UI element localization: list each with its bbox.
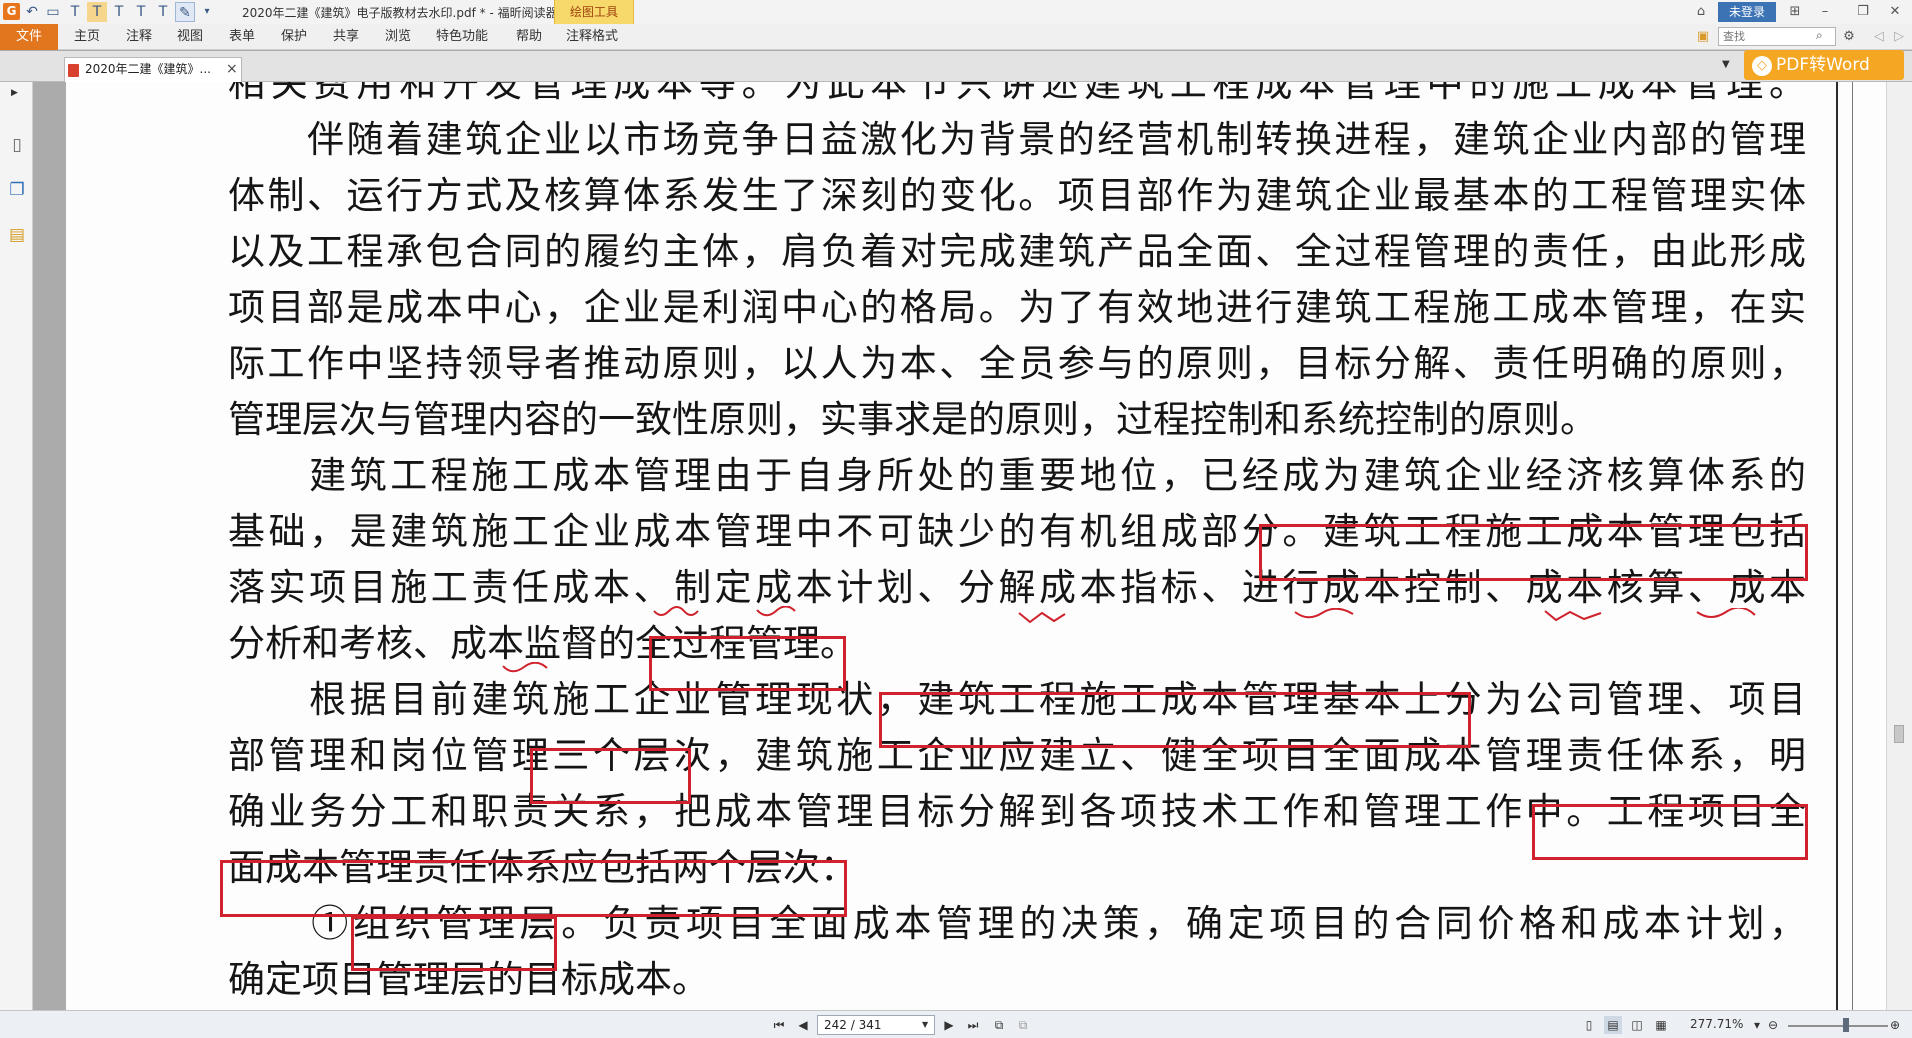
pdf-file-icon <box>68 64 79 77</box>
facing-view-icon[interactable]: ◫ <box>1628 1016 1646 1034</box>
zoom-slider-track[interactable] <box>1788 1025 1888 1027</box>
expand-panel-icon[interactable]: ▶ <box>11 88 18 98</box>
highlight-box-annotation[interactable] <box>1532 804 1808 860</box>
next-view-icon[interactable]: ⧉ <box>1014 1016 1032 1034</box>
highlight-box-annotation[interactable] <box>351 916 557 971</box>
pencil-squiggle-annotation[interactable] <box>502 662 548 676</box>
pencil-squiggle-annotation[interactable] <box>1696 608 1756 622</box>
zoom-out-icon[interactable]: ⊖ <box>1764 1016 1782 1034</box>
quick-access-dropdown-icon[interactable]: ▾ <box>197 2 217 22</box>
tab-browse[interactable]: 浏览 <box>385 24 411 50</box>
page-dropdown-icon[interactable]: ▼ <box>922 1020 928 1029</box>
zoom-level[interactable]: 277.71% <box>1690 1017 1743 1031</box>
textbox-icon[interactable]: T <box>109 2 129 22</box>
login-button[interactable]: 未登录 <box>1718 2 1776 22</box>
pencil-squiggle-annotation[interactable] <box>653 606 699 620</box>
pdf-page: 相关费用和开发管理成本等。为此本节只讲述建筑工程成本管理中的施工成本管理。 伴随… <box>66 82 1886 1010</box>
page-border-line <box>1836 82 1838 1010</box>
window-title: 2020年二建《建筑》电子版教材去水印.pdf * - 福昕阅读器 <box>242 6 558 20</box>
text-line: 伴随着建筑企业以市场竞争日益激化为背景的经营机制转换进程，建筑企业内部的管理 <box>228 118 1806 161</box>
gear-icon[interactable]: ⚙ <box>1838 27 1860 47</box>
search-icon[interactable]: ⌕ <box>1816 28 1823 43</box>
scrollbar-thumb[interactable] <box>1894 725 1904 743</box>
last-page-icon[interactable]: ⏭ <box>964 1016 982 1034</box>
text-format-icon[interactable]: T <box>153 2 173 22</box>
title-bar: G ↶ ▭ T T T T T ✎ ▾ 2020年二建《建筑》电子版教材去水印.… <box>0 0 1912 24</box>
close-tab-icon[interactable]: × <box>226 61 238 77</box>
bookmark-icon[interactable]: ▯ <box>6 134 28 156</box>
tab-view[interactable]: 视图 <box>177 24 203 50</box>
layout-icon[interactable]: ⊞ <box>1784 2 1806 22</box>
document-tab[interactable]: 2020年二建《建筑》... <box>64 57 242 82</box>
status-bar: ⏮ ◀ 242 / 341 ▼ ▶ ⏭ ⧉ ⧉ ▯ ▤ ◫ ▦ 277.71% … <box>0 1010 1912 1038</box>
undo-icon[interactable]: ↶ <box>22 2 42 22</box>
text-line: 相关费用和开发管理成本等。为此本节只讲述建筑工程成本管理中的施工成本管理。 <box>228 82 1806 105</box>
tab-help[interactable]: 帮助 <box>516 24 542 50</box>
text-line: 管理层次与管理内容的一致性原则，实事求是的原则，过程控制和系统控制的原则。 <box>228 398 1597 441</box>
zoom-slider-handle[interactable] <box>1843 1018 1849 1032</box>
minimize-icon[interactable]: – <box>1814 2 1836 22</box>
tab-features[interactable]: 特色功能 <box>436 24 488 50</box>
highlight-box-annotation[interactable] <box>879 692 1471 748</box>
page-number-input[interactable]: 242 / 341 <box>817 1015 935 1035</box>
close-window-icon[interactable]: ✕ <box>1884 2 1906 22</box>
tab-comment[interactable]: 注释 <box>126 24 152 50</box>
single-page-view-icon[interactable]: ▯ <box>1580 1016 1598 1034</box>
page-border-line <box>1852 82 1853 1010</box>
pencil-squiggle-annotation[interactable] <box>1544 608 1602 622</box>
highlight-box-annotation[interactable] <box>1259 524 1808 581</box>
skin-icon[interactable]: ⌂ <box>1690 2 1712 22</box>
text-line: 际工作中坚持领导者推动原则，以人为本、全员参与的原则，目标分解、责任明确的原则， <box>228 342 1806 385</box>
typewriter-icon[interactable]: T <box>87 2 107 22</box>
tabs-dropdown-icon[interactable]: ▼ <box>1722 59 1730 70</box>
nav-back-icon[interactable]: ◁ <box>1868 27 1890 47</box>
pencil-squiggle-annotation[interactable] <box>1018 610 1066 624</box>
highlight-box-annotation[interactable] <box>530 748 691 804</box>
document-tab-strip: 2020年二建《建筑》... × ▼ <box>0 51 1912 82</box>
callout-icon[interactable]: T <box>131 2 151 22</box>
text-line: 以及工程承包合同的履约主体，肩负着对完成建筑产品全面、全过程管理的责任，由此形成 <box>228 230 1806 273</box>
rectangle-tool-icon[interactable]: ▭ <box>43 2 63 22</box>
ribbon-tabs: 文件 主页 注释 视图 表单 保护 共享 浏览 特色功能 帮助 注释格式 ▣ ⌕… <box>0 24 1912 50</box>
drawing-tools-context-tab[interactable]: 绘图工具 <box>554 0 634 24</box>
zoom-in-icon[interactable]: ⊕ <box>1886 1016 1904 1034</box>
comments-icon[interactable]: ▤ <box>6 224 28 246</box>
find-folder-icon[interactable]: ▣ <box>1692 27 1714 47</box>
previous-view-icon[interactable]: ⧉ <box>990 1016 1008 1034</box>
app-logo-icon: G <box>3 3 20 20</box>
first-page-icon[interactable]: ⏮ <box>770 1016 788 1034</box>
tab-protect[interactable]: 保护 <box>281 24 307 50</box>
highlight-box-annotation[interactable] <box>649 636 846 691</box>
pencil-squiggle-annotation[interactable] <box>1294 608 1354 622</box>
text-line: 建筑工程施工成本管理由于自身所处的重要地位，已经成为建筑企业经济核算体系的 <box>228 454 1806 497</box>
restore-icon[interactable]: ❐ <box>1852 2 1874 22</box>
previous-page-icon[interactable]: ◀ <box>794 1016 812 1034</box>
pages-icon[interactable]: ❐ <box>6 179 28 201</box>
highlight-box-annotation[interactable] <box>220 860 847 917</box>
pencil-squiggle-annotation[interactable] <box>756 606 796 620</box>
text-line: 分析和考核、成本监督的全过程管理。 <box>228 622 857 665</box>
continuous-view-icon[interactable]: ▤ <box>1604 1016 1622 1034</box>
continuous-facing-view-icon[interactable]: ▦ <box>1652 1016 1670 1034</box>
left-navigation-panel: ▶ ▯ ❐ ▤ <box>0 82 33 1010</box>
vertical-scrollbar[interactable] <box>1886 82 1912 1010</box>
tab-share[interactable]: 共享 <box>333 24 359 50</box>
tab-comment-format[interactable]: 注释格式 <box>566 24 618 50</box>
text-tool-icon[interactable]: T <box>65 2 85 22</box>
pencil-icon[interactable]: ✎ <box>175 2 195 22</box>
text-line: 项目部是成本中心，企业是利润中心的格局。为了有效地进行建筑工程施工成本管理，在实 <box>228 286 1806 329</box>
tab-form[interactable]: 表单 <box>229 24 255 50</box>
nav-forward-icon[interactable]: ▷ <box>1888 27 1910 47</box>
next-page-icon[interactable]: ▶ <box>940 1016 958 1034</box>
tab-home[interactable]: 主页 <box>74 24 100 50</box>
pdf-to-word-icon: ◇ <box>1752 56 1772 76</box>
tab-file[interactable]: 文件 <box>0 24 58 50</box>
text-line: 体制、运行方式及核算体系发生了深刻的变化。项目部作为建筑企业最基本的工程管理实体 <box>228 174 1806 217</box>
